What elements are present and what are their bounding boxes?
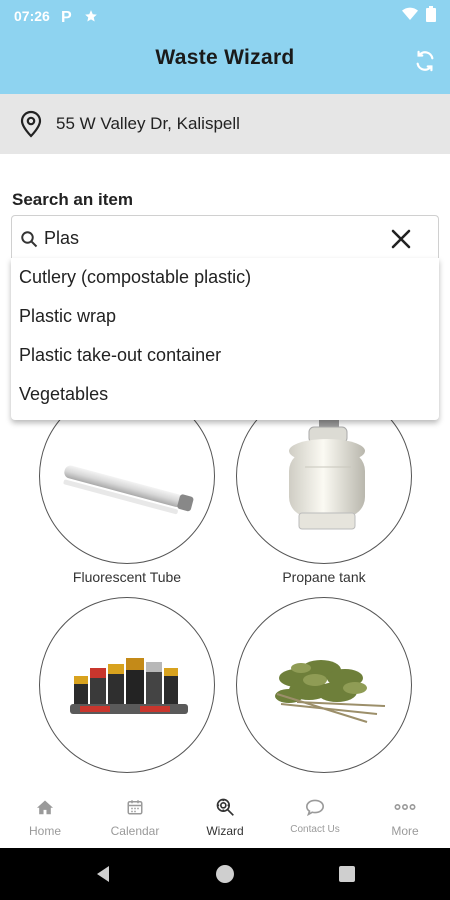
item-tile-batteries[interactable] [39,597,215,773]
nav-home[interactable]: Home [0,784,90,848]
home-button-icon[interactable] [214,863,236,885]
location-pin-icon [18,109,44,139]
nav-label: Contact Us [290,824,340,835]
nav-contact-us[interactable]: Contact Us [270,784,360,848]
svg-text:P: P [61,9,72,24]
recents-icon[interactable] [336,863,358,885]
suggestion-item[interactable]: Vegetables [11,375,439,414]
search-icon [18,228,40,250]
suggestion-item[interactable]: Plastic take-out container [11,336,439,375]
nav-label: Calendar [110,824,160,838]
battery-icon [426,5,436,27]
batteries-image [70,658,188,714]
system-navigation-bar [0,848,450,900]
more-icon [394,796,416,818]
app-title: Waste Wizard [155,46,295,69]
nav-calendar[interactable]: Calendar [90,784,180,848]
location-address: 55 W Valley Dr, Kalispell [56,114,240,133]
item-label: Propane tank [282,569,366,585]
location-bar[interactable]: 55 W Valley Dr, Kalispell [0,94,450,154]
search-input[interactable]: Plas [11,215,439,261]
wifi-icon [402,7,418,26]
bottom-navigation: Home Calendar Wizard Contact Us More [0,784,450,848]
star-icon [84,9,98,23]
chat-icon [304,796,326,818]
nav-label: More [391,824,419,838]
item-label: Fluorescent Tube [72,569,182,585]
suggestion-dropdown: Cutlery (compostable plastic) Plastic wr… [11,258,439,420]
app-header: 07:26 P Waste Wizard [0,0,450,94]
nav-label: Wizard [206,824,244,838]
nav-wizard[interactable]: Wizard [180,784,270,848]
suggestion-item[interactable]: Plastic wrap [11,297,439,336]
status-bar: 07:26 P [0,0,450,32]
wizard-icon [214,796,236,818]
back-icon[interactable] [92,863,114,885]
parking-icon: P [60,8,74,24]
search-label: Search an item [12,190,133,209]
item-tile-yard-waste[interactable] [236,597,412,773]
suggestion-item[interactable]: Cutlery (compostable plastic) [11,258,439,297]
yard-waste-image [275,660,386,723]
nav-label: Home [28,824,61,838]
search-value[interactable]: Plas [44,228,79,249]
refresh-icon[interactable] [412,48,438,74]
nav-more[interactable]: More [360,784,450,848]
status-time: 07:26 [14,8,50,24]
home-icon [34,796,56,818]
close-icon[interactable] [390,228,412,250]
calendar-icon [124,796,146,818]
